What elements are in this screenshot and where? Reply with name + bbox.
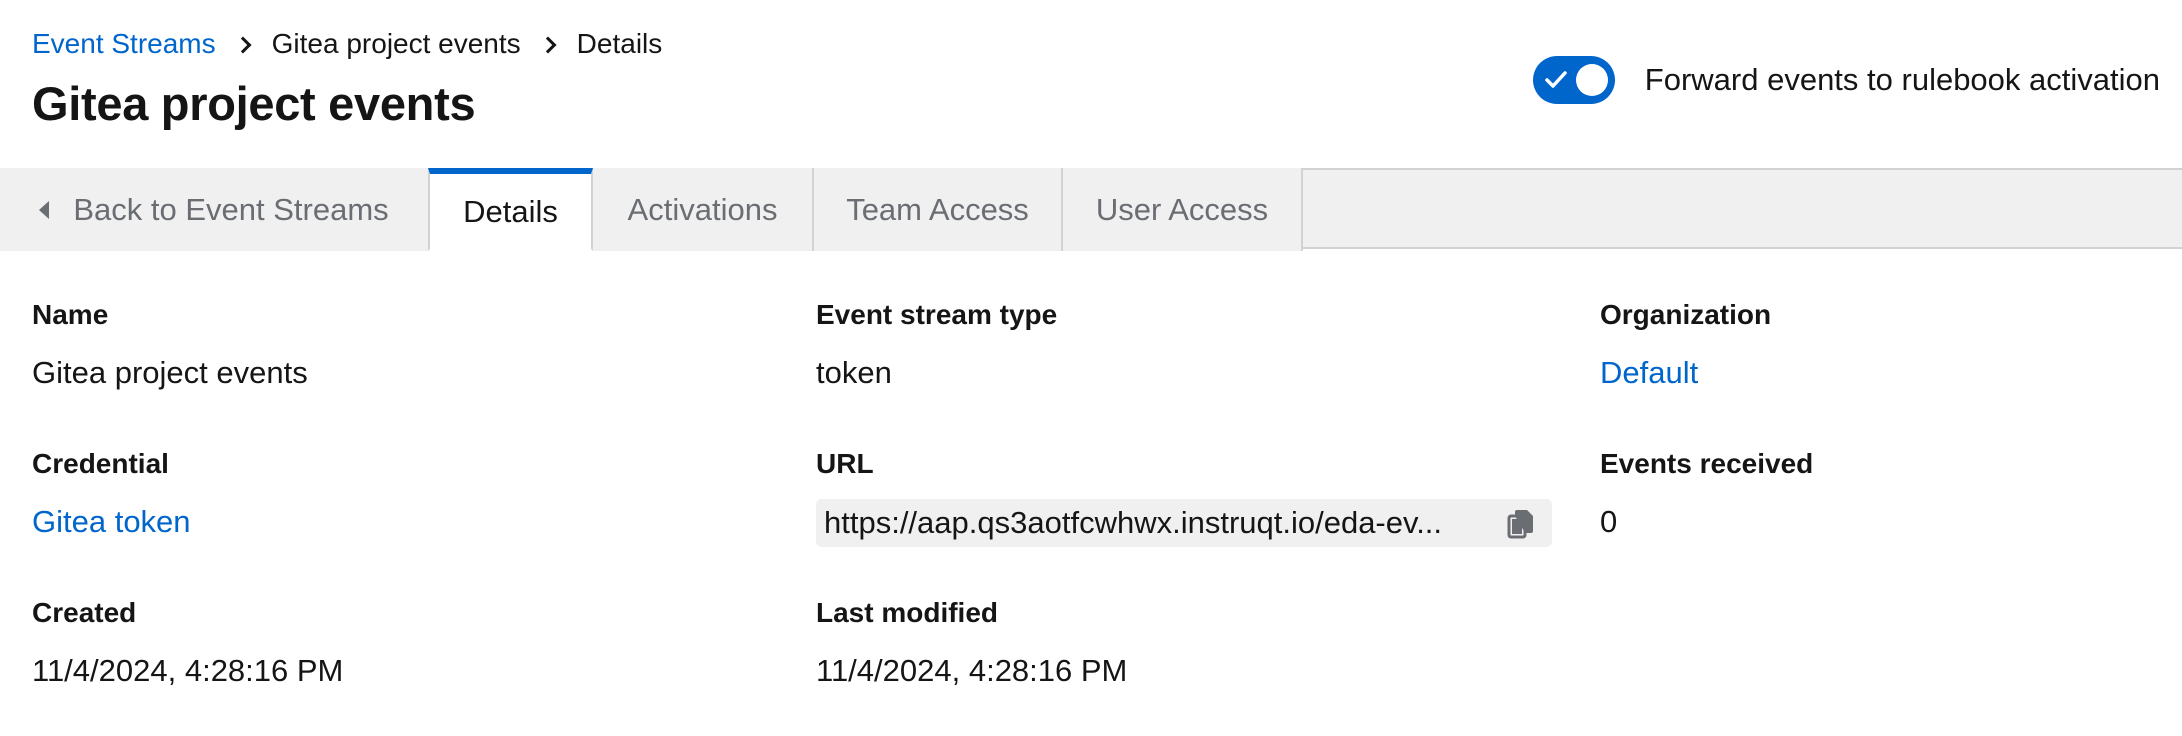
forward-events-label: Forward events to rulebook activation [1644,62,2160,97]
caret-left-icon [39,200,50,219]
detail-organization: Organization Default [1600,299,1771,391]
tab-back-to-event-streams[interactable]: Back to Event Streams [0,168,430,251]
detail-created-label: Created [32,597,137,628]
check-icon [1545,71,1567,88]
breadcrumb: Event Streams Gitea project events Detai… [32,26,662,62]
detail-events-received-value: 0 [1600,504,1618,539]
chevron-right-icon [216,26,272,62]
tab-user-access[interactable]: User Access [1063,168,1303,251]
tab-user-access-label: User Access [1095,191,1269,227]
detail-last-modified-label: Last modified [816,597,999,628]
detail-event-stream-type-value: token [816,355,892,390]
tab-activations[interactable]: Activations [593,168,814,251]
detail-created: Created 11/4/2024, 4:28:16 PM [32,597,343,689]
page-header: Event Streams Gitea project events Detai… [0,0,2182,168]
detail-credential-label: Credential [32,448,169,479]
tab-details[interactable]: Details [428,168,593,251]
copy-icon[interactable] [1504,507,1538,541]
detail-events-received: Events received 0 [1600,448,1813,540]
toggle-knob [1575,64,1608,96]
detail-organization-label: Organization [1600,299,1772,330]
forward-events-switch: Forward events to rulebook activation [1532,56,2160,104]
tab-activations-label: Activations [627,191,778,227]
detail-last-modified: Last modified 11/4/2024, 4:28:16 PM [816,597,1127,689]
page-title: Gitea project events [32,77,476,130]
detail-url: URL [816,448,874,480]
detail-created-value: 11/4/2024, 4:28:16 PM [32,653,344,688]
organization-link[interactable]: Default [1600,355,1771,391]
detail-credential: Credential Gitea token [32,448,191,540]
breadcrumb-item-details: Details [576,28,663,59]
detail-name: Name Gitea project events [32,299,308,391]
tab-back-label: Back to Event Streams [73,191,389,227]
forward-events-toggle[interactable] [1532,56,1615,104]
breadcrumb-item-event-streams[interactable]: Event Streams [32,28,216,60]
tab-team-access-label: Team Access [846,191,1029,227]
chevron-right-icon [521,26,577,62]
detail-url-label: URL [816,448,874,479]
detail-name-value: Gitea project events [32,355,308,390]
tab-details-label: Details [463,193,558,229]
url-value: https://aap.qs3aotfcwhwx.instruqt.io/eda… [824,505,1443,540]
detail-event-stream-type: Event stream type token [816,299,1057,391]
breadcrumb-item-gitea-project-events: Gitea project events [271,28,521,59]
detail-event-stream-type-label: Event stream type [816,299,1058,330]
url-clipboard: https://aap.qs3aotfcwhwx.instruqt.io/eda… [816,499,1552,547]
tab-bar: Back to Event Streams Details Activation… [0,168,2182,251]
credential-link[interactable]: Gitea token [32,504,191,540]
tab-team-access[interactable]: Team Access [814,168,1063,251]
detail-last-modified-value: 11/4/2024, 4:28:16 PM [816,653,1128,688]
detail-name-label: Name [32,299,109,330]
detail-events-received-label: Events received [1600,448,1814,479]
